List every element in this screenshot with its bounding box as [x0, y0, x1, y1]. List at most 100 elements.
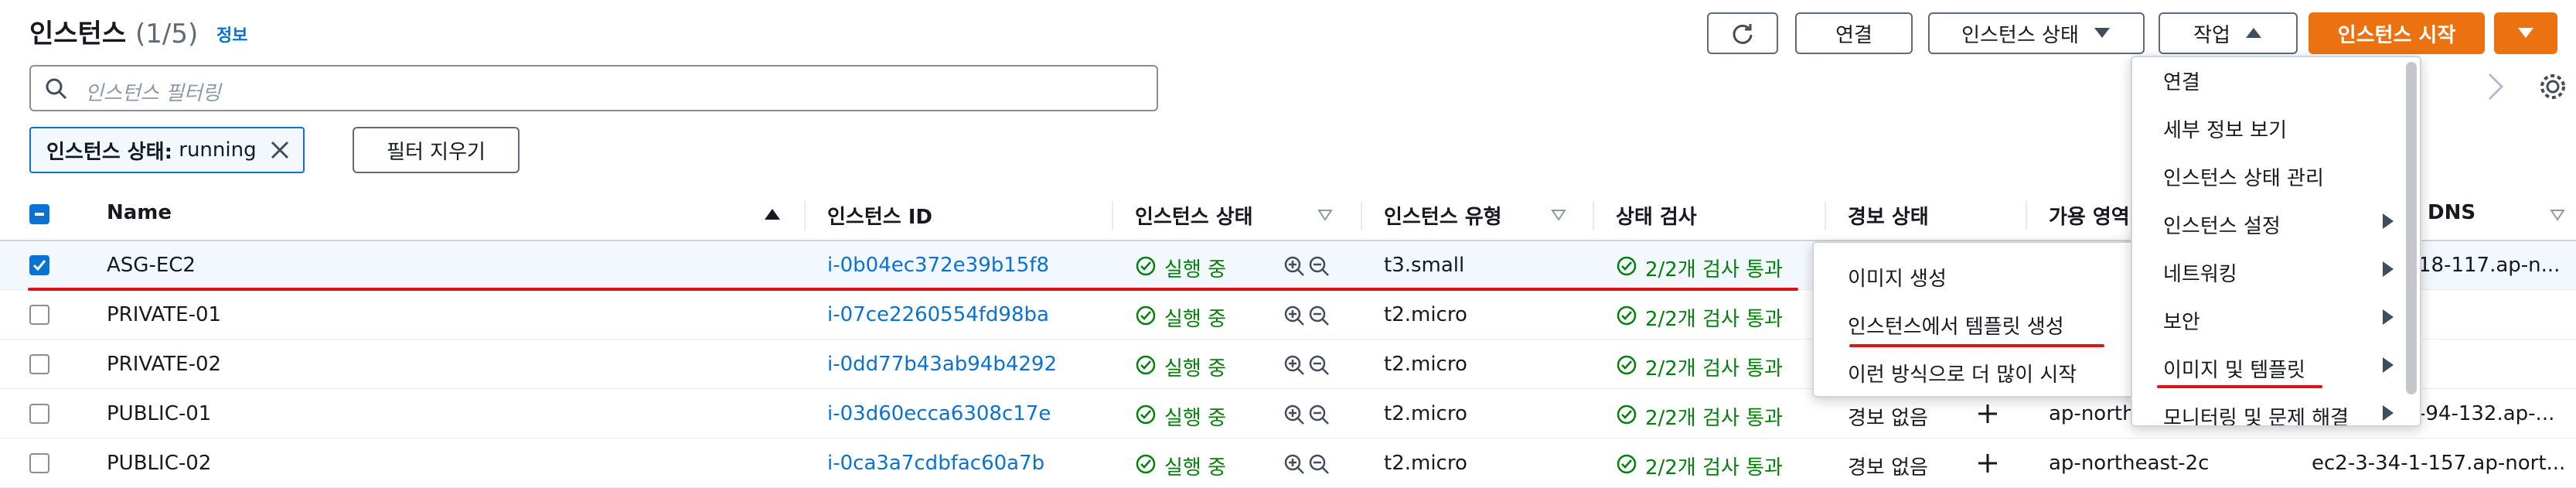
search-input[interactable]: 인스턴스 필터링 [29, 65, 1158, 111]
instance-name: PUBLIC-02 [107, 452, 212, 475]
col-name[interactable]: Name [107, 201, 172, 224]
zoom-in-icon[interactable] [1283, 305, 1305, 326]
success-check-icon [1617, 404, 1637, 425]
instance-id-link[interactable]: i-03d60ecca6308c17e [827, 402, 1051, 425]
submenu-item[interactable]: 인스턴스에서 템플릿 생성 [1814, 311, 2146, 340]
submenu-item[interactable]: 이런 방식으로 더 많이 시작 [1814, 359, 2146, 387]
instance-id-link[interactable]: i-0ca3a7cdbfac60a7b [827, 452, 1044, 475]
actions-menu-item-label: 보안 [2163, 311, 2200, 334]
zoom-out-icon[interactable] [1308, 404, 1330, 425]
instance-state-button[interactable]: 인스턴스 상태 [1928, 12, 2145, 54]
instance-count: (1/5) [135, 19, 199, 49]
zoom-in-icon[interactable] [1283, 453, 1305, 475]
submenu-arrow-icon [2383, 213, 2394, 229]
instance-id-link[interactable]: i-0b04ec372e39b15f8 [827, 254, 1049, 277]
instance-name: PRIVATE-01 [107, 303, 222, 326]
connect-button[interactable]: 연결 [1795, 12, 1913, 54]
success-check-icon [1617, 256, 1637, 276]
actions-label: 작업 [2193, 23, 2230, 47]
submenu-arrow-icon [2383, 357, 2394, 373]
zoom-in-icon[interactable] [1283, 255, 1305, 277]
actions-button[interactable]: 작업 [2159, 12, 2298, 54]
sort-icon[interactable] [2550, 209, 2565, 221]
clear-filters-button[interactable]: 필터 지우기 [353, 127, 520, 173]
actions-menu-item-label: 모니터링 및 문제 해결 [2163, 407, 2349, 427]
actions-menu-item[interactable]: 네트워킹 [2132, 258, 2420, 287]
actions-menu-item[interactable]: 연결 [2132, 67, 2420, 95]
actions-menu-item-label: 세부 정보 보기 [2163, 119, 2288, 142]
launch-instance-button[interactable]: 인스턴스 시작 [2309, 12, 2485, 54]
success-check-icon [1136, 256, 1156, 276]
column-divider [2026, 201, 2027, 230]
instance-id-link[interactable]: i-0dd77b43ab94b4292 [827, 353, 1057, 376]
col-availability-zone[interactable]: 가용 영역 [2049, 201, 2130, 230]
status-check-value: 2/2개 검사 통과 [1645, 407, 1783, 430]
check-icon [32, 260, 46, 271]
zoom-in-icon[interactable] [1283, 354, 1305, 376]
alarm-status-value: 경보 없음 [1848, 456, 1928, 479]
next-page-icon[interactable] [2485, 71, 2506, 102]
submenu-arrow-icon [2383, 261, 2394, 277]
sort-icon[interactable] [1317, 209, 1333, 221]
zoom-out-icon[interactable] [1308, 453, 1330, 475]
status-check-value: 2/2개 검사 통과 [1645, 308, 1783, 331]
info-link[interactable]: 정보 [216, 22, 247, 46]
menu-scrollbar[interactable] [2406, 62, 2417, 394]
actions-menu-item[interactable]: 인스턴스 상태 관리 [2132, 162, 2420, 191]
actions-menu-item[interactable]: 세부 정보 보기 [2132, 114, 2420, 143]
row-checkbox[interactable] [29, 255, 49, 275]
row-checkbox[interactable] [29, 354, 49, 374]
caret-down-icon [2518, 28, 2533, 38]
alarm-status-value: 경보 없음 [1848, 407, 1928, 430]
col-instance-state[interactable]: 인스턴스 상태 [1135, 201, 1253, 230]
success-check-icon [1617, 454, 1637, 474]
row-checkbox[interactable] [29, 305, 49, 325]
col-status-check[interactable]: 상태 검사 [1616, 201, 1697, 230]
annotation-underline-image-menu [2157, 385, 2322, 388]
success-check-icon [1617, 305, 1637, 326]
public-dns-value: ec2-3-34-1-157.ap-nort... [2312, 452, 2566, 475]
success-check-icon [1136, 404, 1156, 425]
zoom-in-icon[interactable] [1283, 404, 1305, 425]
col-public-dns[interactable]: DNS [2428, 201, 2475, 224]
launch-dropdown-button[interactable] [2494, 12, 2557, 54]
submenu-item-label: 이런 방식으로 더 많이 시작 [1848, 363, 2077, 387]
zoom-out-icon[interactable] [1308, 305, 1330, 326]
search-icon [46, 78, 67, 100]
actions-menu-item[interactable]: 보안 [2132, 306, 2420, 335]
actions-menu-item[interactable]: 이미지 및 템플릿 [2132, 354, 2420, 383]
refresh-button[interactable] [1707, 12, 1778, 54]
add-alarm-icon[interactable] [1976, 452, 1999, 475]
availability-zone-value: ap-north [2049, 402, 2135, 425]
col-instance-id[interactable]: 인스턴스 ID [827, 201, 932, 230]
instance-type-value: t2.micro [1384, 303, 1467, 326]
col-alarm-status[interactable]: 경보 상태 [1848, 201, 1929, 230]
column-divider [1825, 201, 1826, 230]
add-alarm-icon[interactable] [1976, 402, 1999, 425]
column-divider [804, 201, 806, 230]
instance-state-value: 실행 중 [1164, 258, 1227, 282]
actions-menu-item[interactable]: 모니터링 및 문제 해결 [2132, 402, 2420, 427]
actions-menu-item-label: 인스턴스 상태 관리 [2163, 167, 2324, 190]
success-check-icon [1136, 355, 1156, 375]
select-all-checkbox[interactable] [29, 204, 49, 224]
sort-ascending-icon[interactable] [764, 207, 781, 221]
row-checkbox[interactable] [29, 404, 49, 424]
table-row[interactable]: PUBLIC-02 i-0ca3a7cdbfac60a7b 실행 중 t2.micro… [0, 439, 2576, 488]
actions-menu-item-label: 연결 [2163, 71, 2200, 94]
actions-menu-item[interactable]: 인스턴스 설정 [2132, 210, 2420, 239]
zoom-out-icon[interactable] [1308, 354, 1330, 376]
public-dns-value: 18-117.ap-n... [2418, 254, 2561, 277]
zoom-out-icon[interactable] [1308, 255, 1330, 277]
row-checkbox[interactable] [29, 453, 49, 473]
submenu-item[interactable]: 이미지 생성 [1814, 263, 2146, 292]
filter-value: running [179, 138, 257, 162]
refresh-icon [1733, 24, 1753, 44]
col-instance-type[interactable]: 인스턴스 유형 [1384, 201, 1502, 230]
instance-id-link[interactable]: i-07ce2260554fd98ba [827, 303, 1049, 326]
sort-icon[interactable] [1551, 209, 1566, 221]
close-icon[interactable] [267, 138, 292, 162]
gear-icon[interactable] [2537, 71, 2568, 102]
page-title: 인스턴스 (1/5) [29, 12, 198, 50]
annotation-underline-row [28, 288, 1798, 291]
